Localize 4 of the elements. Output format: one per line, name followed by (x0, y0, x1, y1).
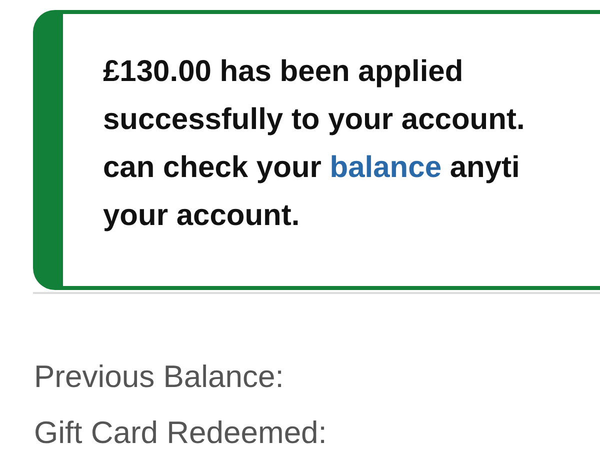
summary-label: Gift Card Redeemed: (34, 414, 327, 452)
alert-message: £130.00 has been applied successfully to your account. can check your balance anyti your account. (103, 54, 525, 234)
balance-link[interactable]: balance (330, 151, 442, 184)
summary-label: Previous Balance: (34, 358, 284, 396)
